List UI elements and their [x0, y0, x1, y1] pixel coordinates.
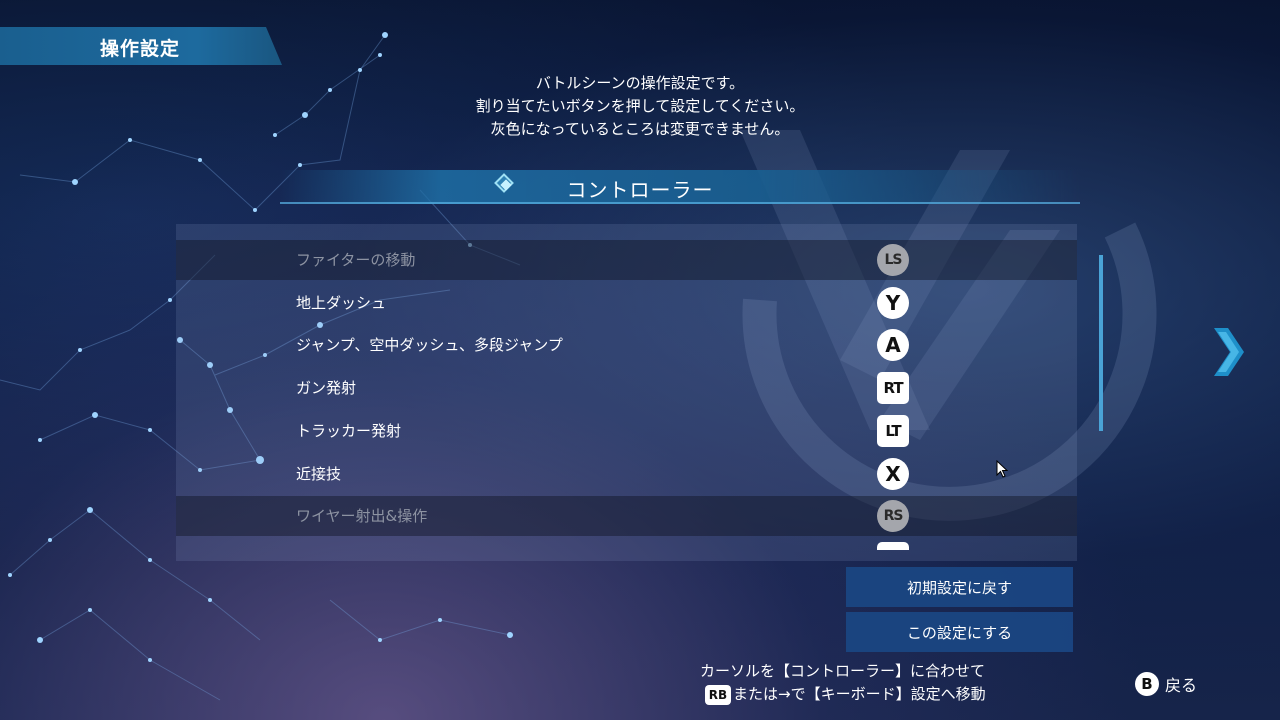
mouse-cursor-icon	[996, 460, 1008, 478]
footer-hint: カーソルを【コントローラー】に合わせて RB または→で【キーボード】設定へ移動	[700, 660, 986, 706]
instruction-line: バトルシーンの操作設定です。	[535, 74, 745, 92]
next-row-button-icon	[877, 542, 909, 550]
bindings-list: ファイターの移動 LS 地上ダッシュ Y ジャンプ、空中ダッシュ、多段ジャンプ …	[176, 224, 1077, 561]
apply-settings-button[interactable]: この設定にする	[846, 612, 1073, 652]
binding-row-fighter-move: ファイターの移動 LS	[176, 240, 1077, 280]
binding-row-wire: ワイヤー射出&操作 RS	[176, 496, 1077, 536]
rs-button-icon: RS	[877, 500, 909, 532]
instruction-line: 割り当てたいボタンを押して設定してください。	[475, 97, 805, 115]
binding-row-melee[interactable]: 近接技 X	[176, 454, 1077, 494]
chevron-right-icon[interactable]	[1206, 324, 1246, 380]
y-button-icon: Y	[877, 287, 909, 319]
reset-defaults-button[interactable]: 初期設定に戻す	[846, 567, 1073, 607]
binding-label: ジャンプ、空中ダッシュ、多段ジャンプ	[296, 336, 563, 354]
lt-button-icon: LT	[877, 415, 909, 447]
binding-row-gun-fire[interactable]: ガン発射 RT	[176, 368, 1077, 408]
binding-label: ガン発射	[296, 379, 357, 397]
a-button-icon: A	[877, 329, 909, 361]
instructions: バトルシーンの操作設定です。 割り当てたいボタンを押して設定してください。 灰色…	[340, 72, 940, 141]
rt-button-icon: RT	[877, 372, 909, 404]
binding-label: ワイヤー射出&操作	[296, 507, 428, 525]
ls-button-icon: LS	[877, 244, 909, 276]
x-button-icon: X	[877, 458, 909, 490]
binding-label: ファイターの移動	[296, 251, 416, 269]
rb-button-icon: RB	[705, 684, 731, 705]
binding-label: 地上ダッシュ	[296, 294, 387, 312]
back-label: 戻る	[1165, 676, 1198, 695]
binding-row-ground-dash[interactable]: 地上ダッシュ Y	[176, 283, 1077, 323]
hint-line: カーソルを【コントローラー】に合わせて	[700, 662, 986, 680]
binding-row-jump[interactable]: ジャンプ、空中ダッシュ、多段ジャンプ A	[176, 325, 1077, 365]
section-title[interactable]: コントローラー	[520, 174, 760, 203]
binding-label: トラッカー発射	[296, 422, 402, 440]
scrollbar[interactable]	[1099, 255, 1103, 431]
binding-row-tracker-fire[interactable]: トラッカー発射 LT	[176, 411, 1077, 451]
binding-label: 近接技	[296, 465, 342, 483]
b-button-icon: B	[1135, 672, 1159, 696]
back-button[interactable]: B 戻る	[1135, 672, 1197, 696]
instruction-line: 灰色になっているところは変更できません。	[490, 120, 790, 138]
hint-line-text: または→で【キーボード】設定へ移動	[733, 685, 986, 703]
page-title: 操作設定	[100, 38, 181, 60]
hint-line: RB または→で【キーボード】設定へ移動	[700, 683, 986, 706]
